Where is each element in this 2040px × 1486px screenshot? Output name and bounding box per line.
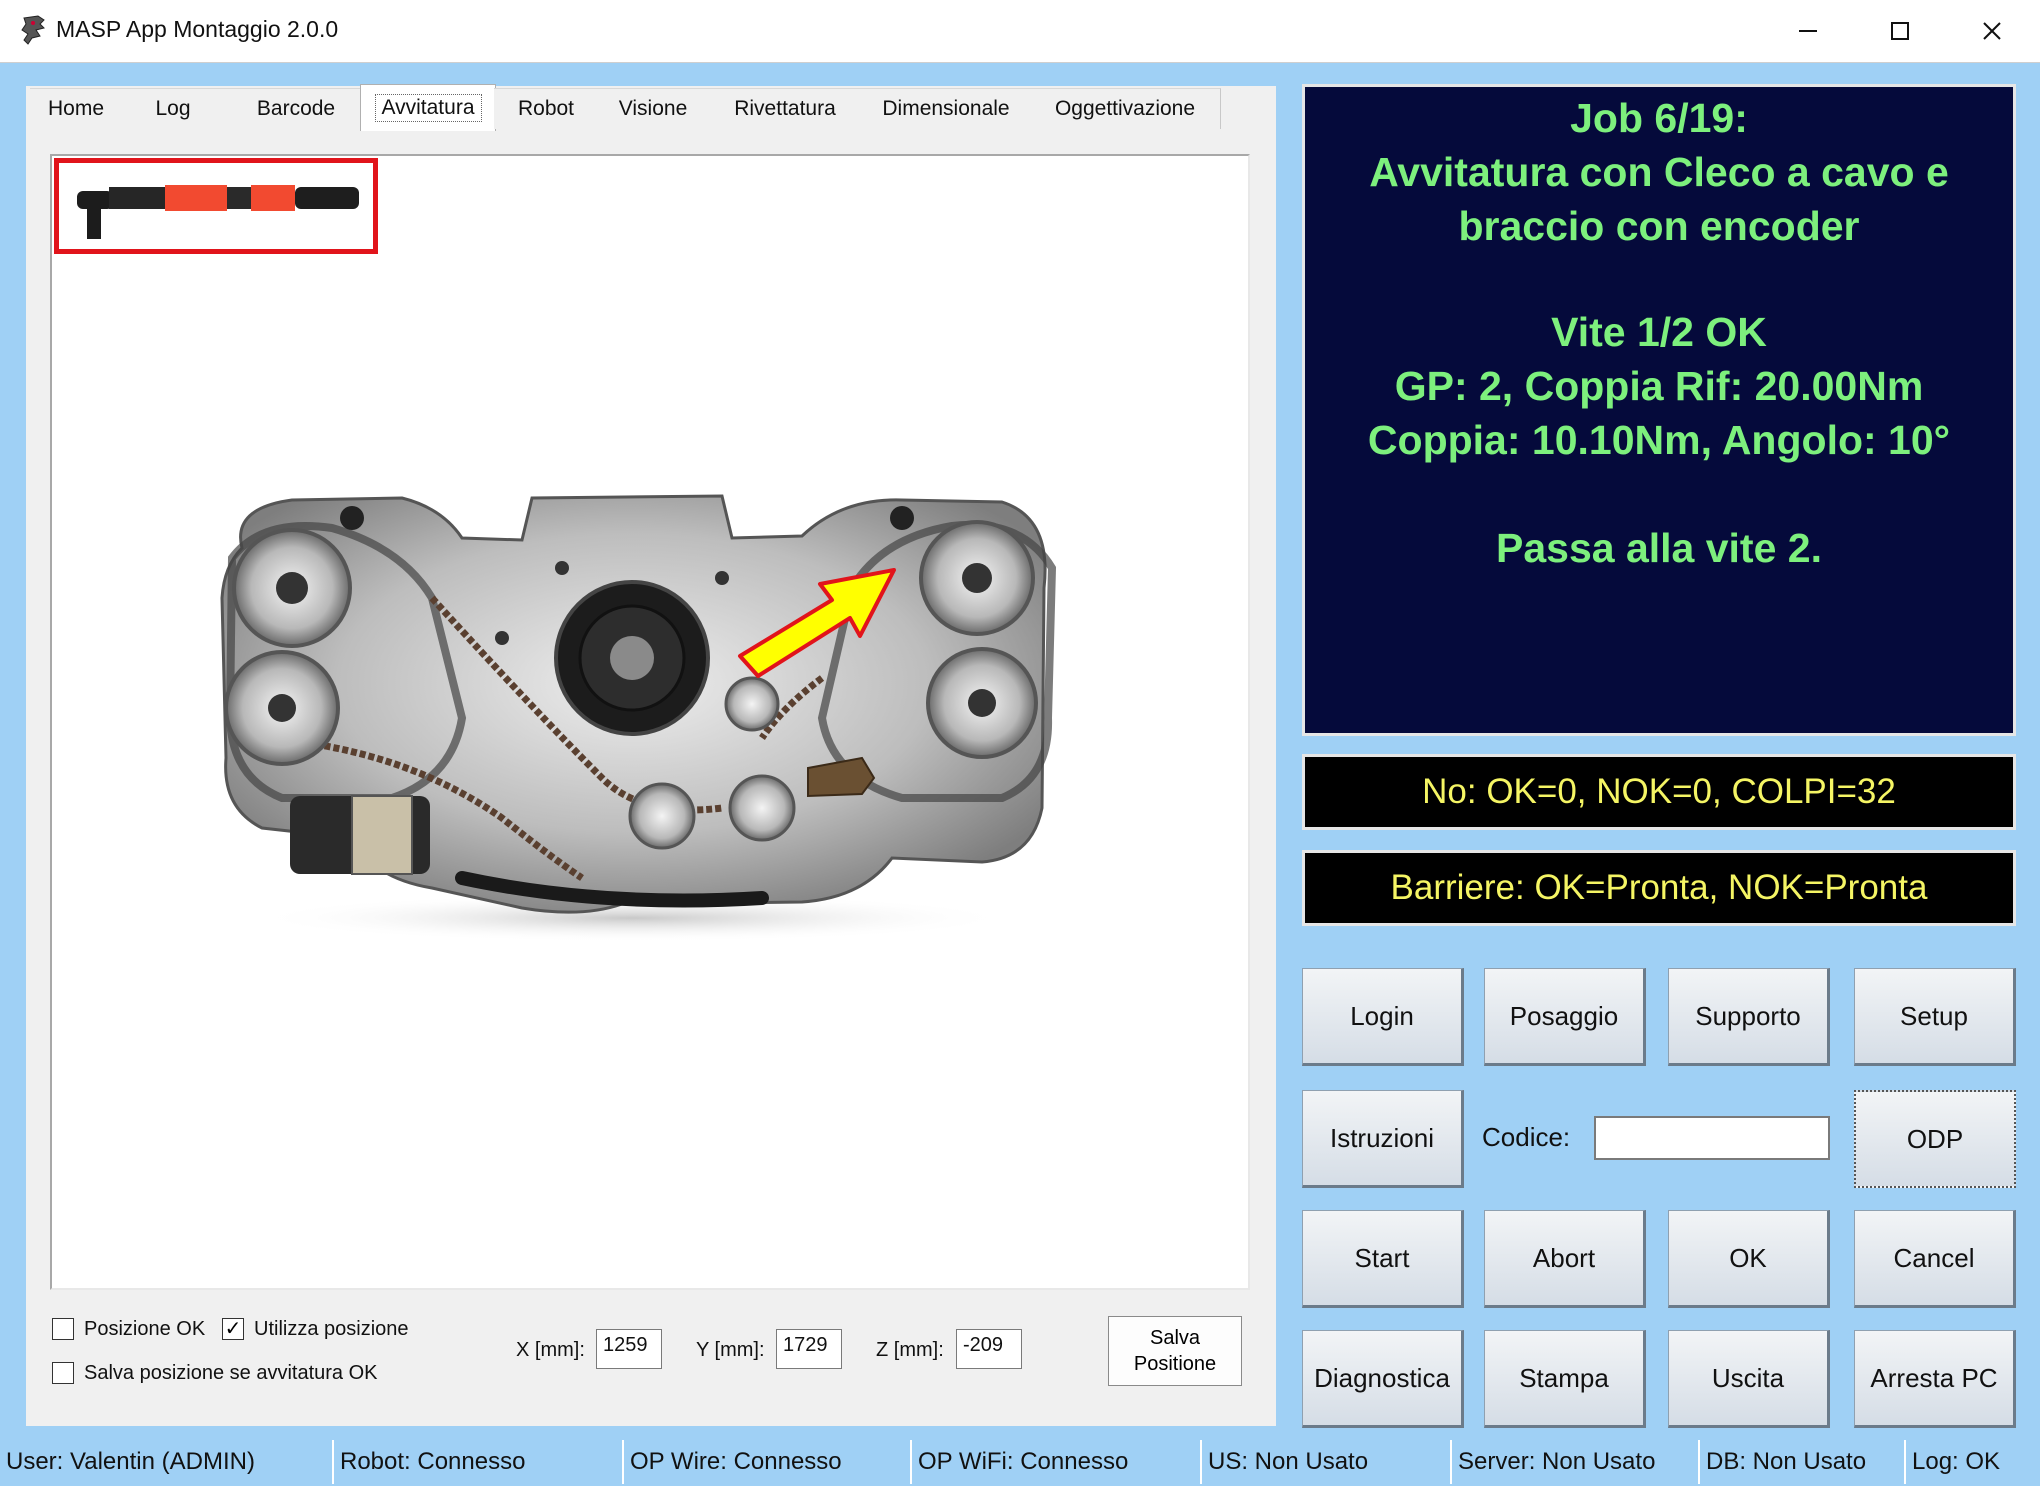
x-coord-label: X [mm]: (516, 1339, 585, 1361)
supporto-button[interactable]: Supporto (1668, 968, 1830, 1066)
engine-image-pane (50, 154, 1250, 1290)
torque-info: Coppia: 10.10Nm, Angolo: 10° (1367, 417, 1951, 463)
diagnostica-button[interactable]: Diagnostica (1302, 1330, 1464, 1428)
window-title: MASP App Montaggio 2.0.0 (56, 16, 339, 42)
status-op-wire: OP Wire: Connesso (624, 1440, 912, 1484)
posizione-ok-checkbox[interactable] (52, 1318, 74, 1340)
cancel-button[interactable]: Cancel (1854, 1210, 2016, 1308)
z-coord-label: Z [mm]: (876, 1339, 944, 1361)
counters-display: No: OK=0, NOK=0, COLPI=32 (1302, 754, 2016, 830)
screw-status: Vite 1/2 OK (1551, 309, 1767, 355)
engine-image (220, 494, 1057, 942)
screw-position-arrow-icon (738, 568, 896, 678)
tool-preview (54, 158, 378, 254)
istruzioni-button[interactable]: Istruzioni (1302, 1090, 1464, 1188)
tab-dimensionale[interactable]: Dimensionale (862, 88, 1031, 129)
stampa-button[interactable]: Stampa (1484, 1330, 1646, 1428)
gp-info: GP: 2, Coppia Rif: 20.00Nm (1394, 363, 1924, 409)
title-bar: MASP App Montaggio 2.0.0 (0, 0, 2040, 63)
next-step-message: Passa alla vite 2. (1496, 525, 1822, 571)
maximize-icon (1891, 22, 1909, 40)
tab-robot[interactable]: Robot (494, 88, 599, 129)
uscita-button[interactable]: Uscita (1668, 1330, 1830, 1428)
app-logo-icon (21, 15, 45, 45)
salva-positione-button[interactable]: Salva Positione (1108, 1316, 1242, 1386)
tab-rivettatura[interactable]: Rivettatura (708, 88, 863, 129)
salva-posizione-checkbox[interactable] (52, 1362, 74, 1384)
tab-visione[interactable]: Visione (598, 88, 709, 129)
minimize-button[interactable] (1762, 0, 1854, 62)
odp-button[interactable]: ODP (1854, 1090, 2016, 1188)
barriers-display: Barriere: OK=Pronta, NOK=Pronta (1302, 850, 2016, 926)
posaggio-button[interactable]: Posaggio (1484, 968, 1646, 1066)
z-coord-field[interactable]: -209 (956, 1329, 1022, 1369)
ok-button[interactable]: OK (1668, 1210, 1830, 1308)
tab-log[interactable]: Log (122, 88, 225, 129)
arresta-pc-button[interactable]: Arresta PC (1854, 1330, 2016, 1428)
start-button[interactable]: Start (1302, 1210, 1464, 1308)
utilizza-posizione-checkbox[interactable]: ✓ (222, 1318, 244, 1340)
status-db: DB: Non Usato (1700, 1440, 1906, 1484)
status-log: Log: OK (1912, 1448, 2001, 1475)
setup-button[interactable]: Setup (1854, 968, 2016, 1066)
codice-label: Codice: (1482, 1122, 1571, 1152)
screwdriver-tool-icon (77, 185, 359, 239)
job-title-line-2: braccio con encoder (1458, 203, 1860, 249)
login-button[interactable]: Login (1302, 968, 1464, 1066)
job-title-line-1: Avvitatura con Cleco a cavo e (1369, 149, 1949, 195)
left-panel: Home Log Barcode Avvitatura Robot Vision… (26, 84, 1276, 1426)
status-robot: Robot: Connesso (334, 1440, 624, 1484)
maximize-button[interactable] (1854, 0, 1946, 62)
status-op-wifi: OP WiFi: Connesso (912, 1440, 1202, 1484)
y-coord-field[interactable]: 1729 (776, 1329, 842, 1369)
close-window-button[interactable] (1946, 0, 2038, 62)
tab-bar: Home Log Barcode Avvitatura Robot Vision… (26, 84, 1276, 132)
close-icon (1983, 22, 2001, 40)
tab-home[interactable]: Home (30, 88, 123, 129)
salva-posizione-label: Salva posizione se avvitatura OK (84, 1362, 378, 1384)
codice-input[interactable] (1594, 1116, 1830, 1160)
x-coord-field[interactable]: 1259 (596, 1329, 662, 1369)
status-us: US: Non Usato (1202, 1440, 1452, 1484)
utilizza-posizione-label: Utilizza posizione (254, 1318, 409, 1340)
tab-avvitatura[interactable]: Avvitatura (360, 84, 496, 131)
tab-oggettivazione[interactable]: Oggettivazione (1030, 88, 1221, 129)
abort-button[interactable]: Abort (1484, 1210, 1646, 1308)
tab-barcode[interactable]: Barcode (224, 88, 369, 129)
job-status-display: Job 6/19: Avvitatura con Cleco a cavo e … (1302, 84, 2016, 736)
minimize-icon (1799, 30, 1817, 32)
status-server: Server: Non Usato (1452, 1440, 1700, 1484)
status-user: User: Valentin (ADMIN) (0, 1440, 334, 1484)
y-coord-label: Y [mm]: (696, 1339, 765, 1361)
job-header: Job 6/19: (1570, 95, 1748, 141)
checkmark-icon: ✓ (224, 1318, 242, 1340)
status-bar: User: Valentin (ADMIN) Robot: Connesso O… (0, 1440, 2040, 1486)
posizione-ok-label: Posizione OK (84, 1318, 206, 1340)
